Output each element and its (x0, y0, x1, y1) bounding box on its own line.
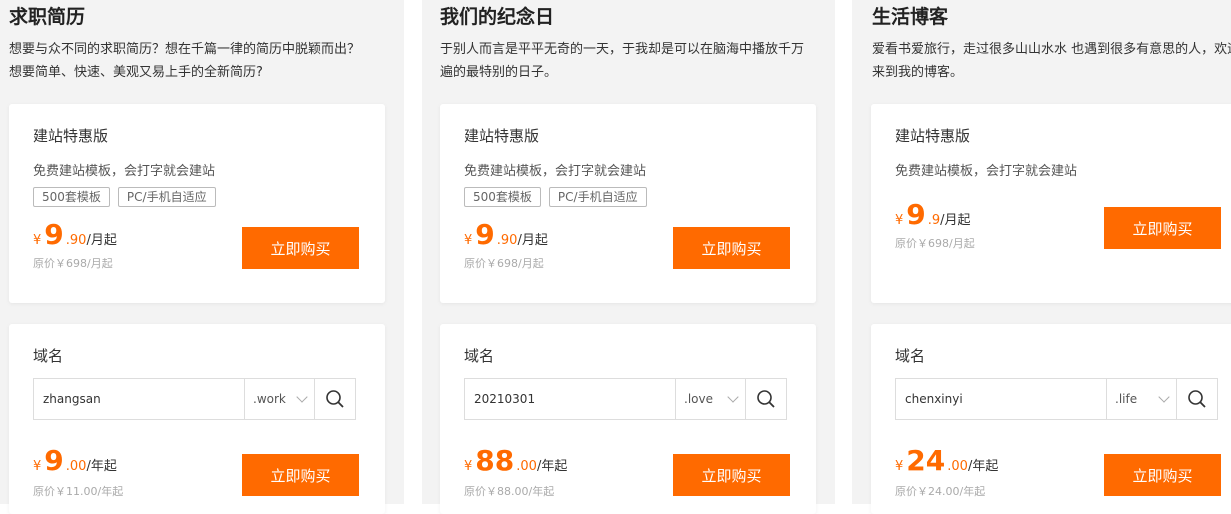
search-button[interactable] (745, 379, 786, 419)
domain-price: ¥ 88 .00 /年起 (464, 446, 567, 476)
price-decimal: .90 (496, 233, 518, 248)
site-plan-card: 建站特惠版 免费建站模板，会打字就会建站 500套模板 PC/手机自适应 ¥ 9… (440, 104, 816, 303)
domain-price: ¥ 9 .00 /年起 (33, 446, 117, 476)
price-currency: ¥ (464, 233, 473, 248)
domain-input[interactable] (34, 379, 244, 419)
price-decimal: .00 (516, 459, 537, 474)
domain-suffix-select[interactable]: .work (244, 379, 314, 419)
price-unit: /年起 (86, 459, 117, 474)
chevron-down-icon (296, 391, 308, 403)
buy-button[interactable]: 立即购买 (673, 227, 790, 269)
domain-search-box: .love (464, 378, 787, 420)
price-unit: /年起 (536, 459, 568, 474)
domain-suffix-select[interactable]: .love (675, 379, 745, 419)
chevron-down-icon (727, 391, 739, 403)
price-integer: 9 (906, 198, 926, 231)
domain-title: 域名 (895, 347, 926, 365)
original-price: 原价￥698/月起 (33, 257, 113, 270)
plan-subtitle: 免费建站模板，会打字就会建站 (895, 164, 1078, 179)
domain-search-box: .work (33, 378, 356, 420)
plan-title: 建站特惠版 (895, 127, 971, 145)
site-plan-card: 建站特惠版 免费建站模板，会打字就会建站 500套模板 PC/手机自适应 ¥ 9… (9, 104, 385, 303)
domain-price: ¥ 24 .00 /年起 (895, 446, 998, 476)
column-description: 于别人而言是平平无奇的一天，于我却是可以在脑海中播放千万遍的最特别的日子。 (440, 42, 805, 80)
tag-templates: 500套模板 (33, 187, 110, 207)
original-price: 原价￥88.00/年起 (464, 485, 555, 498)
price-currency: ¥ (33, 459, 42, 474)
search-icon (1188, 390, 1206, 408)
original-price: 原价￥24.00/年起 (895, 485, 986, 498)
price-unit: /月起 (86, 233, 117, 248)
original-price: 原价￥11.00/年起 (33, 485, 124, 498)
column-blog: 生活博客 爱看书爱旅行，走过很多山山水水 也遇到很多有意思的人，欢迎来到我的博客… (852, 0, 1231, 514)
domain-title: 域名 (464, 347, 495, 365)
search-button[interactable] (314, 379, 355, 419)
plan-price: ¥ 9 .90 /月起 (33, 220, 117, 250)
domain-suffix-value: .love (684, 392, 713, 406)
price-integer: 9 (44, 444, 64, 477)
column-description: 爱看书爱旅行，走过很多山山水水 也遇到很多有意思的人，欢迎来到我的博客。 (872, 42, 1231, 80)
plan-price: ¥ 9 .9 /月起 (895, 200, 971, 230)
price-integer: 24 (906, 444, 946, 477)
column-title: 求职简历 (9, 6, 86, 28)
domain-input[interactable] (465, 379, 675, 419)
buy-button[interactable]: 立即购买 (242, 227, 359, 269)
buy-button[interactable]: 立即购买 (673, 454, 790, 496)
price-unit: /月起 (517, 233, 548, 248)
plan-subtitle: 免费建站模板，会打字就会建站 (464, 164, 647, 179)
price-currency: ¥ (33, 233, 42, 248)
search-icon (326, 390, 344, 408)
domain-suffix-value: .life (1115, 392, 1138, 406)
tag-templates: 500套模板 (464, 187, 541, 207)
price-decimal: .00 (947, 459, 968, 474)
column-title: 我们的纪念日 (440, 6, 555, 28)
price-decimal: .90 (65, 233, 87, 248)
price-currency: ¥ (464, 459, 473, 474)
domain-input[interactable] (896, 379, 1106, 419)
domain-search-box: .life (895, 378, 1218, 420)
domain-suffix-select[interactable]: .life (1106, 379, 1176, 419)
plan-title: 建站特惠版 (464, 127, 540, 145)
price-unit: /月起 (940, 213, 971, 228)
plan-title: 建站特惠版 (33, 127, 109, 145)
plan-tags: 500套模板 PC/手机自适应 (464, 187, 647, 207)
original-price: 原价￥698/月起 (895, 237, 975, 250)
domain-card: 域名 .life ¥ 24 .00 /年起 原价￥24.00/年起 立即购买 (871, 324, 1231, 514)
search-icon (757, 390, 775, 408)
price-currency: ¥ (895, 459, 904, 474)
price-unit: /年起 (967, 459, 999, 474)
domain-card: 域名 .love ¥ 88 .00 /年起 原价￥88.00/年起 立即购买 (440, 324, 816, 514)
price-integer: 9 (44, 218, 64, 251)
price-decimal: .9 (927, 213, 941, 228)
plan-subtitle: 免费建站模板，会打字就会建站 (33, 164, 216, 179)
chevron-down-icon (1158, 391, 1170, 403)
plan-price: ¥ 9 .90 /月起 (464, 220, 548, 250)
buy-button[interactable]: 立即购买 (242, 454, 359, 496)
site-plan-card: 建站特惠版 免费建站模板，会打字就会建站 ¥ 9 .9 /月起 原价￥698/月… (871, 104, 1231, 303)
buy-button[interactable]: 立即购买 (1104, 207, 1221, 249)
search-button[interactable] (1176, 379, 1217, 419)
buy-button[interactable]: 立即购买 (1104, 454, 1221, 496)
original-price: 原价￥698/月起 (464, 257, 544, 270)
column-description: 想要与众不同的求职简历？想在千篇一律的简历中脱颖而出？想要简单、快速、美观又易上… (9, 42, 361, 80)
price-decimal: .00 (65, 459, 87, 474)
plan-tags: 500套模板 PC/手机自适应 (33, 187, 216, 207)
domain-suffix-value: .work (253, 392, 286, 406)
tag-responsive: PC/手机自适应 (117, 187, 216, 207)
price-integer: 9 (475, 218, 495, 251)
tag-responsive: PC/手机自适应 (548, 187, 647, 207)
column-resume: 求职简历 想要与众不同的求职简历？想在千篇一律的简历中脱颖而出？想要简单、快速、… (0, 0, 404, 514)
price-integer: 88 (475, 444, 515, 477)
column-anniversary: 我们的纪念日 于别人而言是平平无奇的一天，于我却是可以在脑海中播放千万遍的最特别… (422, 0, 835, 514)
column-title: 生活博客 (872, 6, 949, 28)
price-currency: ¥ (895, 213, 904, 228)
domain-title: 域名 (33, 347, 64, 365)
domain-card: 域名 .work ¥ 9 .00 /年起 原价￥11.00/年起 立即购买 (9, 324, 385, 514)
